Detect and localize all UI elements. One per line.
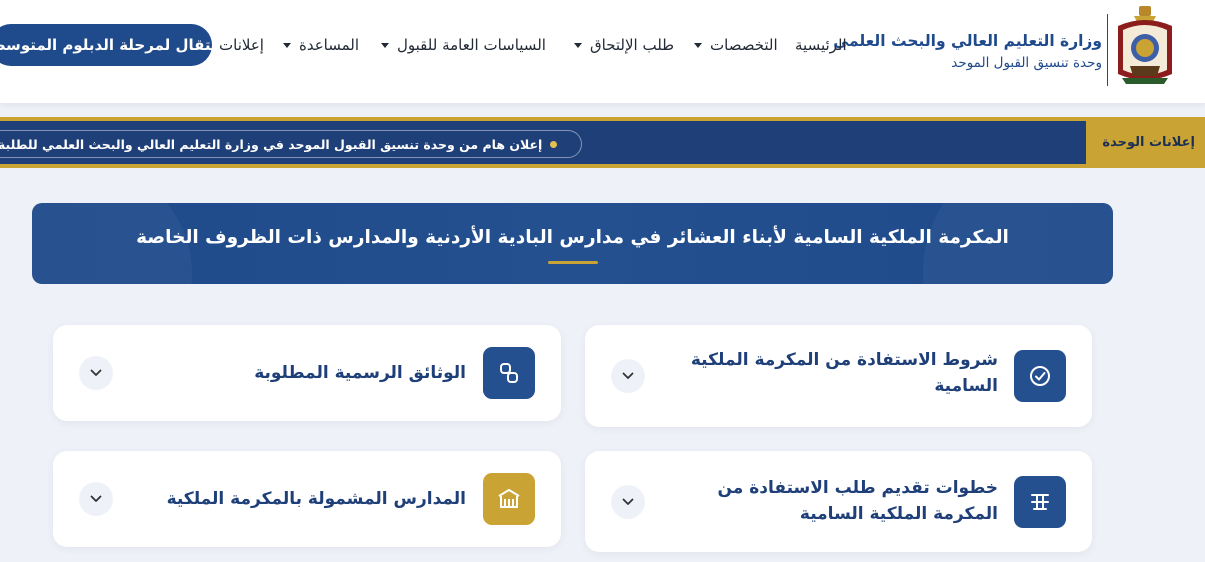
nav-admission-policies-label: السياسات العامة للقبول xyxy=(397,36,546,54)
card-icon-box xyxy=(1014,476,1066,528)
ticker-announcement-text: إعلان هام من وحدة تنسيق القبول الموحد في… xyxy=(0,136,543,152)
card-title: الوثائق الرسمية المطلوبة xyxy=(254,363,466,383)
nav-application[interactable]: طلب الإلتحاق xyxy=(574,36,674,54)
card-icon-box xyxy=(483,347,535,399)
accordion-card-eligibility-conditions[interactable]: شروط الاستفادة من المكرمة الملكية السامي… xyxy=(585,325,1092,427)
title-underline xyxy=(548,261,598,264)
caret-down-icon xyxy=(574,42,582,48)
link-icon xyxy=(500,363,518,383)
accordion-card-required-documents[interactable]: الوثائق الرسمية المطلوبة xyxy=(53,325,561,421)
brand-divider xyxy=(1107,14,1108,86)
nav-admission-policies[interactable]: السياسات العامة للقبول xyxy=(381,36,546,54)
card-icon-box xyxy=(483,473,535,525)
card-title: خطوات تقديم طلب الاستفادة من المكرمة الم… xyxy=(717,478,999,524)
unit-name[interactable]: وحدة تنسيق القبول الموحد xyxy=(951,55,1102,71)
ticker-label: إعلانات الوحدة xyxy=(1102,135,1195,150)
nav-help[interactable]: المساعدة xyxy=(283,36,359,54)
card-icon-box xyxy=(1014,350,1066,402)
accordion-card-included-schools[interactable]: المدارس المشمولة بالمكرمة الملكية xyxy=(53,451,561,547)
site-header: وزارة التعليم العالي والبحث العلمي وحدة … xyxy=(0,0,1205,103)
announcement-ticker: إعلانات الوحدة إعلان هام من وحدة تنسيق ا… xyxy=(0,117,1205,168)
nav-announcements-label: إعلانات xyxy=(219,36,264,54)
ministry-name[interactable]: وزارة التعليم العالي والبحث العلمي xyxy=(833,32,1102,50)
nav-specializations-label: التخصصات xyxy=(710,36,778,54)
diploma-stage-button[interactable]: الانتقال لمرحلة الدبلوم المتوسط xyxy=(0,24,212,66)
coat-of-arms-logo[interactable] xyxy=(1112,4,1178,88)
chevron-down-icon[interactable] xyxy=(79,356,113,390)
ticker-announcement-link[interactable]: إعلان هام من وحدة تنسيق القبول الموحد في… xyxy=(0,130,582,158)
ticker-track: إعلان هام من وحدة تنسيق القبول الموحد في… xyxy=(0,121,1086,164)
card-title: شروط الاستفادة من المكرمة الملكية السامي… xyxy=(690,350,998,396)
caret-down-icon xyxy=(694,42,702,48)
nav-announcements[interactable]: إعلانات xyxy=(219,36,264,54)
nav-application-label: طلب الإلتحاق xyxy=(590,36,675,54)
chevron-down-icon[interactable] xyxy=(611,359,645,393)
bullet-dot-icon xyxy=(550,140,558,148)
caret-down-icon xyxy=(381,42,389,48)
chevron-down-icon[interactable] xyxy=(79,482,113,516)
caret-down-icon xyxy=(283,42,291,48)
chevron-down-icon[interactable] xyxy=(611,485,645,519)
diploma-stage-button-label: الانتقال لمرحلة الدبلوم المتوسط xyxy=(0,36,212,54)
nav-help-label: المساعدة xyxy=(299,36,360,54)
school-icon xyxy=(498,489,520,508)
nav-specializations[interactable]: التخصصات xyxy=(694,36,778,54)
nav-home-label: الرئيسية xyxy=(795,36,847,54)
nav-home[interactable]: الرئيسية xyxy=(795,36,847,54)
accordion-card-application-steps[interactable]: خطوات تقديم طلب الاستفادة من المكرمة الم… xyxy=(585,451,1092,552)
page-title: المكرمة الملكية السامية لأبناء العشائر ف… xyxy=(136,227,1009,248)
page-banner: المكرمة الملكية السامية لأبناء العشائر ف… xyxy=(32,203,1113,284)
check-circle-icon xyxy=(1030,366,1050,386)
steps-icon xyxy=(1031,494,1049,510)
card-title: المدارس المشمولة بالمكرمة الملكية xyxy=(166,489,466,509)
